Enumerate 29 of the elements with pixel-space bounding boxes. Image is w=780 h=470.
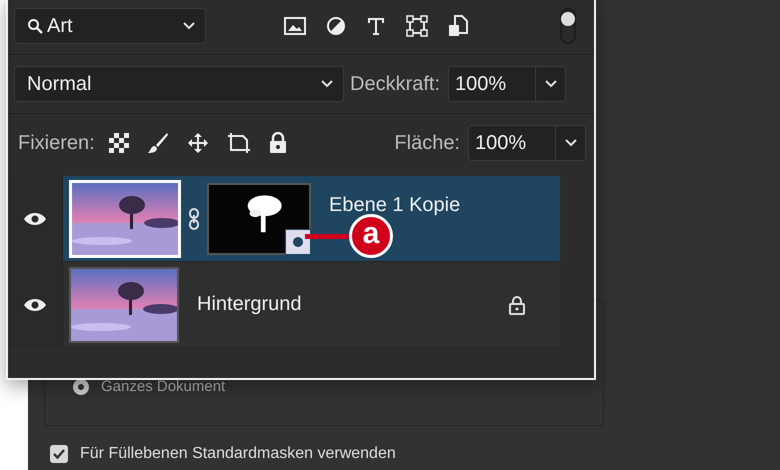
move-icon[interactable]	[186, 132, 209, 154]
mask-badge-icon	[285, 228, 311, 254]
lock-icon[interactable]	[268, 132, 287, 154]
lock-label: Fixieren:	[18, 132, 95, 154]
document-icon[interactable]	[448, 15, 468, 37]
filter-dropdown[interactable]: Art	[14, 8, 206, 44]
eye-icon[interactable]	[23, 212, 47, 226]
blend-mode-dropdown[interactable]: Normal	[14, 66, 344, 102]
shape-icon[interactable]	[406, 15, 428, 37]
brush-icon[interactable]	[146, 132, 169, 154]
layer-name: Ebene 1 Kopie	[329, 194, 460, 217]
half-circle-icon[interactable]	[326, 16, 346, 36]
radio-label: Ganzes Dokument	[101, 378, 226, 395]
chevron-icon	[183, 22, 195, 30]
image-icon[interactable]	[284, 17, 306, 35]
checkbox-label: Für Füllebenen Standardmasken verwenden	[80, 445, 396, 463]
chevron-icon	[321, 80, 333, 88]
opacity-label: Deckkraft:	[350, 72, 440, 96]
eye-icon[interactable]	[23, 298, 47, 312]
checkbox[interactable]	[50, 445, 68, 463]
fill-label: Fläche:	[394, 132, 460, 154]
artboard-icon[interactable]	[226, 132, 251, 154]
chevron-icon	[564, 139, 576, 147]
search-icon	[27, 18, 43, 34]
text-icon[interactable]	[366, 16, 386, 36]
link-icon[interactable]	[189, 208, 199, 230]
filter-switch[interactable]	[560, 8, 576, 44]
layer-name: Hintergrund	[197, 293, 302, 316]
chevron-icon	[544, 80, 557, 88]
